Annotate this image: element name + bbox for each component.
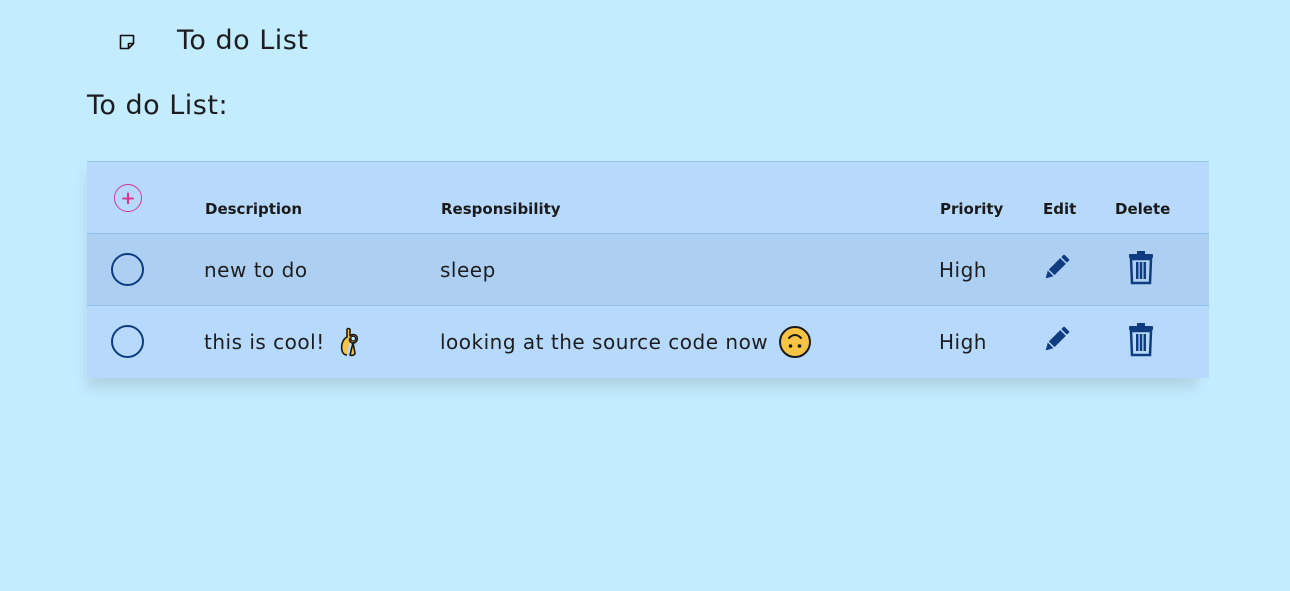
responsibility-cell: looking at the source code now	[440, 306, 939, 378]
check-cell	[87, 234, 204, 306]
page-heading: To do List:	[87, 90, 229, 121]
sticky-note-icon	[119, 34, 135, 50]
header-priority: Priority	[940, 200, 1004, 218]
add-todo-button[interactable]: +	[114, 184, 142, 212]
header-edit: Edit	[1043, 200, 1077, 218]
app-title: To do List	[177, 25, 309, 56]
header-add-cell: +	[87, 162, 204, 234]
description-text: this is cool!	[204, 329, 325, 354]
edit-cell	[1042, 234, 1114, 306]
priority-text: High	[939, 329, 987, 354]
check-cell	[87, 306, 204, 378]
description-text: new to do	[204, 257, 308, 282]
edit-cell	[1042, 306, 1114, 378]
priority-cell: High	[939, 234, 1042, 306]
top-bar: To do List	[118, 25, 308, 58]
trash-icon	[1129, 251, 1153, 285]
complete-checkbox[interactable]	[111, 253, 144, 286]
header-responsibility: Responsibility	[441, 200, 561, 218]
edit-button[interactable]	[1040, 322, 1074, 361]
table-row: new to do sleep High	[87, 233, 1209, 306]
description-cell: new to do	[204, 234, 440, 306]
todo-table: + Description Responsibility Priority Ed…	[87, 161, 1209, 378]
header-description: Description	[205, 200, 303, 218]
plus-icon: +	[120, 188, 136, 209]
delete-button[interactable]	[1126, 249, 1156, 290]
complete-checkbox[interactable]	[111, 325, 144, 359]
todo-table-container: + Description Responsibility Priority Ed…	[87, 161, 1209, 378]
delete-cell	[1114, 234, 1209, 306]
upside-down-face-emoji-icon	[779, 325, 812, 358]
table-row: this is cool! looking at the source code…	[87, 305, 1209, 378]
pencil-icon	[1045, 326, 1070, 351]
table-header-row: + Description Responsibility Priority Ed…	[87, 161, 1209, 234]
delete-button[interactable]	[1126, 321, 1156, 362]
priority-text: High	[939, 257, 987, 282]
pencil-icon	[1045, 254, 1070, 279]
trash-icon	[1129, 323, 1153, 357]
edit-button[interactable]	[1040, 250, 1074, 289]
responsibility-text: looking at the source code now	[440, 329, 769, 354]
delete-cell	[1114, 306, 1209, 378]
header-delete: Delete	[1115, 200, 1171, 218]
description-cell: this is cool!	[204, 306, 440, 378]
priority-cell: High	[939, 306, 1042, 378]
responsibility-cell: sleep	[440, 234, 939, 306]
ok-hand-emoji-icon	[340, 327, 358, 356]
responsibility-text: sleep	[440, 257, 496, 282]
